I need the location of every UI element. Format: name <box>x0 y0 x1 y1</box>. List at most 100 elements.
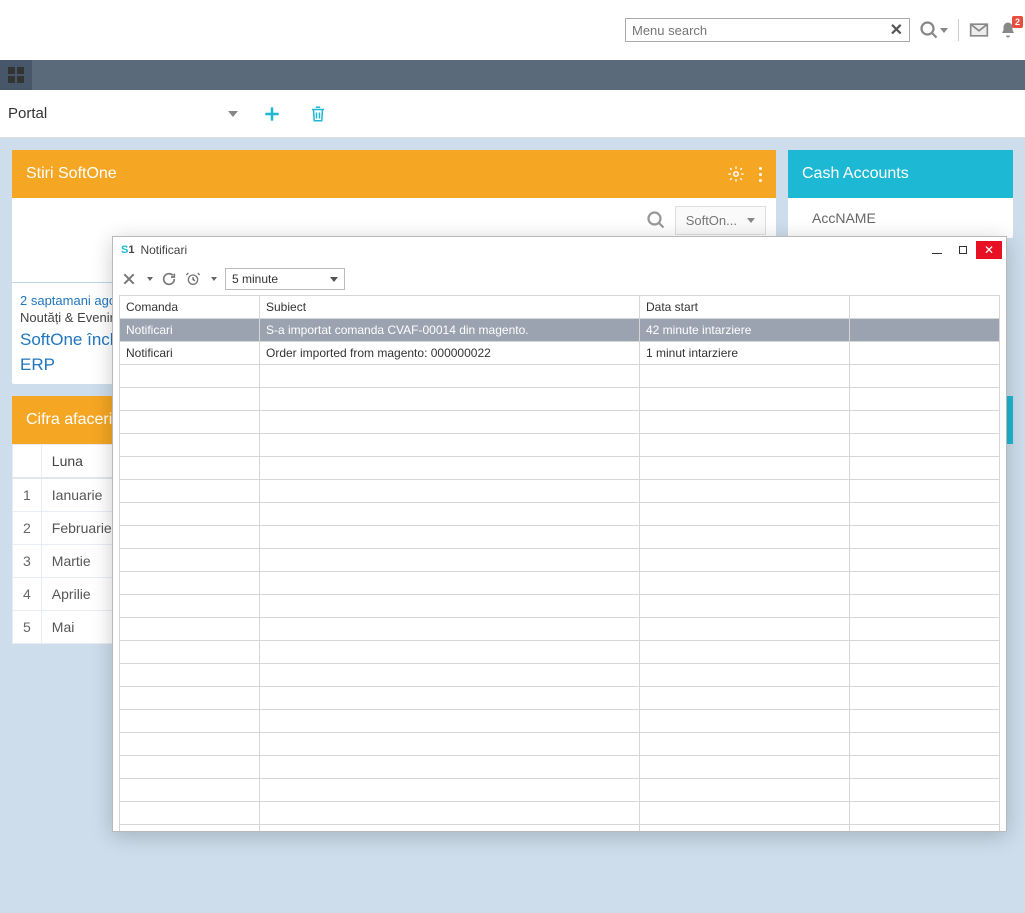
notification-row-empty[interactable]: . <box>120 526 1000 549</box>
nav-bar <box>0 60 1025 90</box>
sales-row-index: 3 <box>13 544 42 577</box>
news-panel-title: Stiri SoftOne <box>26 165 117 183</box>
cash-col-accname[interactable]: AccNAME <box>788 198 1013 238</box>
nav-home-tab[interactable] <box>0 60 32 90</box>
portal-selector-label: Portal <box>8 105 47 122</box>
news-filter-dropdown[interactable]: SoftOn... <box>675 206 766 235</box>
maximize-button[interactable] <box>950 241 976 259</box>
notification-row-empty[interactable]: . <box>120 779 1000 802</box>
sales-col-index <box>13 444 42 478</box>
portal-toolbar: Portal <box>0 90 1025 138</box>
search-icon <box>647 211 665 229</box>
notification-row-empty[interactable]: . <box>120 411 1000 434</box>
notifications-modal: S1 Notificari ✕ 5 minute Comanda <box>112 236 1007 832</box>
s1-logo-icon: S1 <box>121 244 134 256</box>
grid-col-subiect[interactable]: Subiect <box>260 296 640 319</box>
notifications-button[interactable]: 2 <box>999 20 1017 40</box>
trash-icon <box>309 104 327 124</box>
grid-col-comanda[interactable]: Comanda <box>120 296 260 319</box>
cash-panel-title: Cash Accounts <box>802 165 909 183</box>
notification-row-empty[interactable]: . <box>120 388 1000 411</box>
notification-row[interactable]: NotificariS-a importat comanda CVAF-0001… <box>120 319 1000 342</box>
notification-row-empty[interactable]: . <box>120 434 1000 457</box>
row-extra <box>850 342 1000 365</box>
dots-vertical-icon <box>759 167 762 182</box>
x-icon <box>121 271 137 287</box>
news-panel-header: Stiri SoftOne <box>12 150 776 198</box>
divider <box>958 19 959 41</box>
global-search-button[interactable] <box>920 21 948 39</box>
messages-button[interactable] <box>969 20 989 40</box>
chevron-down-icon <box>228 111 238 117</box>
sales-row-index: 1 <box>13 478 42 512</box>
notification-row-empty[interactable]: . <box>120 503 1000 526</box>
grid-icon <box>8 67 24 83</box>
menu-search-clear-icon[interactable]: ✕ <box>890 20 903 40</box>
modal-title-text: Notificari <box>140 243 187 257</box>
search-icon <box>920 21 938 39</box>
panel-menu-button[interactable] <box>759 167 762 182</box>
top-bar: ✕ 2 <box>0 0 1025 60</box>
notification-row-empty[interactable]: . <box>120 687 1000 710</box>
sales-row-index: 2 <box>13 511 42 544</box>
modal-refresh-button[interactable] <box>161 271 177 287</box>
row-data-start: 1 minut intarziere <box>640 342 850 365</box>
news-search-button[interactable] <box>647 211 665 229</box>
notification-row-empty[interactable]: . <box>120 825 1000 832</box>
row-comanda: Notificari <box>120 319 260 342</box>
notification-row-empty[interactable]: . <box>120 756 1000 779</box>
notification-row[interactable]: NotificariOrder imported from magento: 0… <box>120 342 1000 365</box>
delete-portal-button[interactable] <box>306 104 330 124</box>
notification-row-empty[interactable]: . <box>120 641 1000 664</box>
notifications-grid[interactable]: Comanda Subiect Data start NotificariS-a… <box>119 295 1000 831</box>
chevron-down-icon <box>940 28 948 33</box>
notification-row-empty[interactable]: . <box>120 664 1000 687</box>
notification-row-empty[interactable]: . <box>120 618 1000 641</box>
cash-accounts-panel: Cash Accounts AccNAME <box>788 150 1013 238</box>
notification-row-empty[interactable]: . <box>120 457 1000 480</box>
add-portal-button[interactable] <box>260 104 284 124</box>
minimize-icon <box>932 253 942 254</box>
modal-toolbar: 5 minute <box>113 263 1006 295</box>
sales-panel-title: Cifra afaceri p <box>26 411 126 429</box>
notification-row-empty[interactable]: . <box>120 480 1000 503</box>
gear-icon <box>727 165 745 183</box>
notification-row-empty[interactable]: . <box>120 595 1000 618</box>
portal-selector[interactable]: Portal <box>8 105 238 122</box>
plus-icon <box>262 104 282 124</box>
chevron-down-icon <box>330 277 338 282</box>
row-comanda: Notificari <box>120 342 260 365</box>
news-filter-label: SoftOn... <box>686 213 737 228</box>
notifications-badge: 2 <box>1012 16 1023 28</box>
modal-cancel-button[interactable] <box>121 271 137 287</box>
notification-row-empty[interactable]: . <box>120 365 1000 388</box>
maximize-icon <box>959 246 967 254</box>
close-icon: ✕ <box>984 243 994 257</box>
panel-settings-button[interactable] <box>727 165 745 183</box>
notification-row-empty[interactable]: . <box>120 733 1000 756</box>
notification-row-empty[interactable]: . <box>120 710 1000 733</box>
grid-col-extra[interactable] <box>850 296 1000 319</box>
sales-row-index: 4 <box>13 577 42 610</box>
chevron-down-icon <box>747 218 755 223</box>
row-subiect: Order imported from magento: 000000022 <box>260 342 640 365</box>
close-button[interactable]: ✕ <box>976 241 1002 259</box>
modal-titlebar[interactable]: S1 Notificari ✕ <box>113 237 1006 263</box>
minimize-button[interactable] <box>924 241 950 259</box>
notification-row-empty[interactable]: . <box>120 549 1000 572</box>
chevron-down-icon[interactable] <box>147 277 153 281</box>
modal-interval-select[interactable]: 5 minute <box>225 268 345 290</box>
menu-search-box[interactable]: ✕ <box>625 18 910 42</box>
refresh-icon <box>161 271 177 287</box>
chevron-down-icon[interactable] <box>211 277 217 281</box>
menu-search-input[interactable] <box>632 23 890 38</box>
row-extra <box>850 319 1000 342</box>
sales-row-index: 5 <box>13 610 42 643</box>
modal-interval-value: 5 minute <box>232 272 278 286</box>
notification-row-empty[interactable]: . <box>120 572 1000 595</box>
row-subiect: S-a importat comanda CVAF-00014 din mage… <box>260 319 640 342</box>
notification-row-empty[interactable]: . <box>120 802 1000 825</box>
modal-snooze-button[interactable] <box>185 271 201 287</box>
cash-panel-header: Cash Accounts <box>788 150 1013 198</box>
grid-col-data-start[interactable]: Data start <box>640 296 850 319</box>
